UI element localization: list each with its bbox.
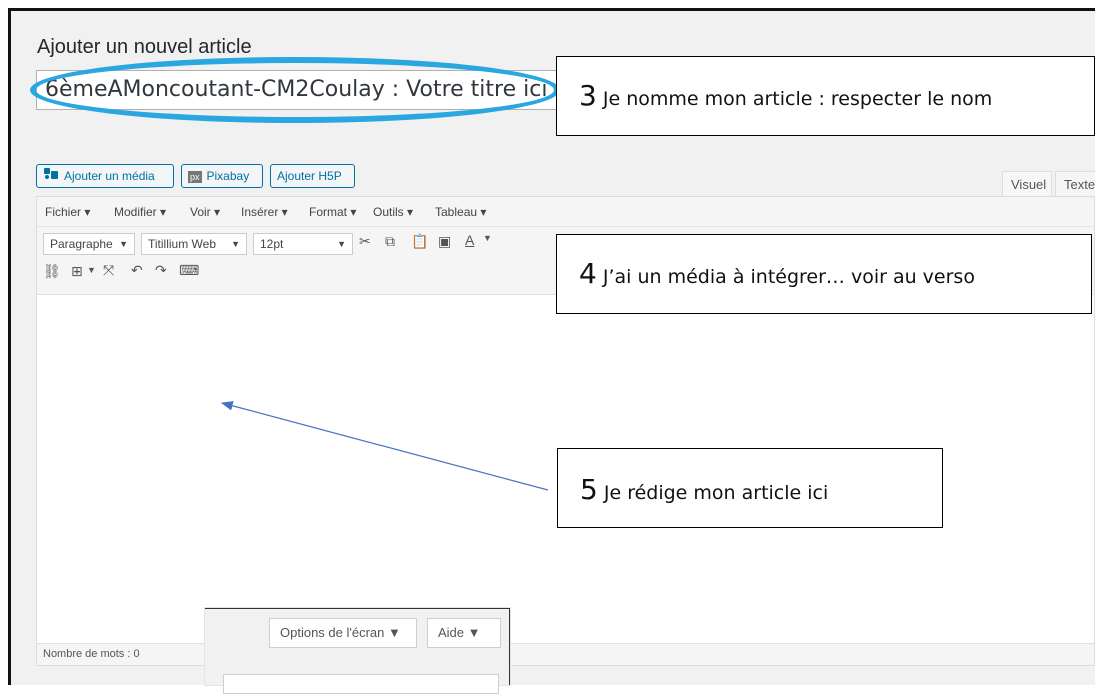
page-title: Ajouter un nouvel article bbox=[37, 36, 252, 58]
word-count: Nombre de mots : 0 bbox=[43, 648, 140, 660]
add-media-button[interactable]: Ajouter un média bbox=[36, 164, 174, 188]
annotation-text: J’ai un média à intégrer… voir au verso bbox=[596, 266, 975, 288]
cut-icon[interactable]: ✂ bbox=[359, 233, 371, 250]
copy-icon[interactable]: ⧉ bbox=[385, 233, 395, 250]
media-embed-icon[interactable]: ▣ bbox=[438, 233, 451, 250]
unlink-icon[interactable]: ⛓ bbox=[43, 263, 61, 280]
font-family-value: Titillium Web bbox=[148, 237, 217, 251]
block-format-value: Paragraphe bbox=[50, 237, 113, 251]
annotation-text: Je nomme mon article : respecter le nom bbox=[596, 88, 993, 110]
tab-text[interactable]: Texte bbox=[1055, 171, 1095, 197]
chevron-down-icon[interactable]: ▼ bbox=[87, 265, 96, 275]
menu-edit[interactable]: Modifier ▾ bbox=[114, 205, 166, 219]
fullscreen-icon[interactable]: ⤧ bbox=[103, 262, 114, 279]
table-icon[interactable]: ⊞ bbox=[71, 263, 83, 280]
chevron-down-icon: ▼ bbox=[119, 239, 128, 249]
add-media-label: Ajouter un média bbox=[64, 169, 155, 183]
text-color-icon[interactable]: A bbox=[465, 232, 474, 248]
annotation-step-5: 5 Je rédige mon article ici bbox=[557, 448, 943, 528]
annotation-text: Je rédige mon article ici bbox=[597, 482, 829, 504]
undo-icon[interactable]: ↶ bbox=[131, 262, 143, 279]
font-size-value: 12pt bbox=[260, 237, 284, 251]
menu-format[interactable]: Format ▾ bbox=[309, 205, 356, 219]
annotation-step-4: 4 J’ai un média à intégrer… voir au vers… bbox=[556, 234, 1092, 314]
help-button[interactable]: Aide ▼ bbox=[427, 618, 501, 648]
annotation-number: 5 bbox=[580, 473, 598, 506]
pixabay-button[interactable]: px Pixabay bbox=[181, 164, 263, 188]
editor-statusbar: Nombre de mots : 0 bbox=[37, 643, 1094, 665]
pixabay-icon: px bbox=[188, 170, 202, 183]
tab-visual[interactable]: Visuel bbox=[1002, 171, 1052, 197]
annotation-number: 4 bbox=[579, 257, 597, 290]
chevron-down-icon[interactable]: ▼ bbox=[483, 233, 492, 243]
annotation-step-3: 3 Je nomme mon article : respecter le no… bbox=[556, 56, 1095, 136]
menu-table[interactable]: Tableau ▾ bbox=[435, 205, 486, 219]
media-icon bbox=[43, 166, 59, 188]
block-format-select[interactable]: Paragraphe ▼ bbox=[43, 233, 135, 255]
font-size-select[interactable]: 12pt ▼ bbox=[253, 233, 353, 255]
screen-options-box bbox=[223, 674, 499, 694]
screen-options-panel: Options de l'écran ▼ Aide ▼ bbox=[205, 608, 510, 694]
menu-insert[interactable]: Insérer ▾ bbox=[241, 205, 288, 219]
menu-tools[interactable]: Outils ▾ bbox=[373, 205, 413, 219]
redo-icon[interactable]: ↷ bbox=[155, 262, 167, 279]
add-h5p-button[interactable]: Ajouter H5P bbox=[270, 164, 355, 188]
menu-file[interactable]: Fichier ▾ bbox=[45, 205, 90, 219]
paste-icon[interactable]: 📋 bbox=[411, 233, 428, 250]
add-h5p-label: Ajouter H5P bbox=[277, 169, 342, 183]
keyboard-icon[interactable]: ⌨ bbox=[179, 262, 199, 279]
annotation-number: 3 bbox=[579, 79, 597, 112]
pixabay-label: Pixabay bbox=[206, 169, 250, 183]
post-title-input[interactable]: 6èmeAMoncoutant-CM2Coulay : Votre titre … bbox=[36, 70, 560, 110]
menu-view[interactable]: Voir ▾ bbox=[190, 205, 220, 219]
editor-menubar: Fichier ▾ Modifier ▾ Voir ▾ Insérer ▾ Fo… bbox=[37, 197, 1094, 227]
font-family-select[interactable]: Titillium Web ▼ bbox=[141, 233, 247, 255]
chevron-down-icon: ▼ bbox=[337, 239, 346, 249]
screen-options-button[interactable]: Options de l'écran ▼ bbox=[269, 618, 417, 648]
chevron-down-icon: ▼ bbox=[231, 239, 240, 249]
